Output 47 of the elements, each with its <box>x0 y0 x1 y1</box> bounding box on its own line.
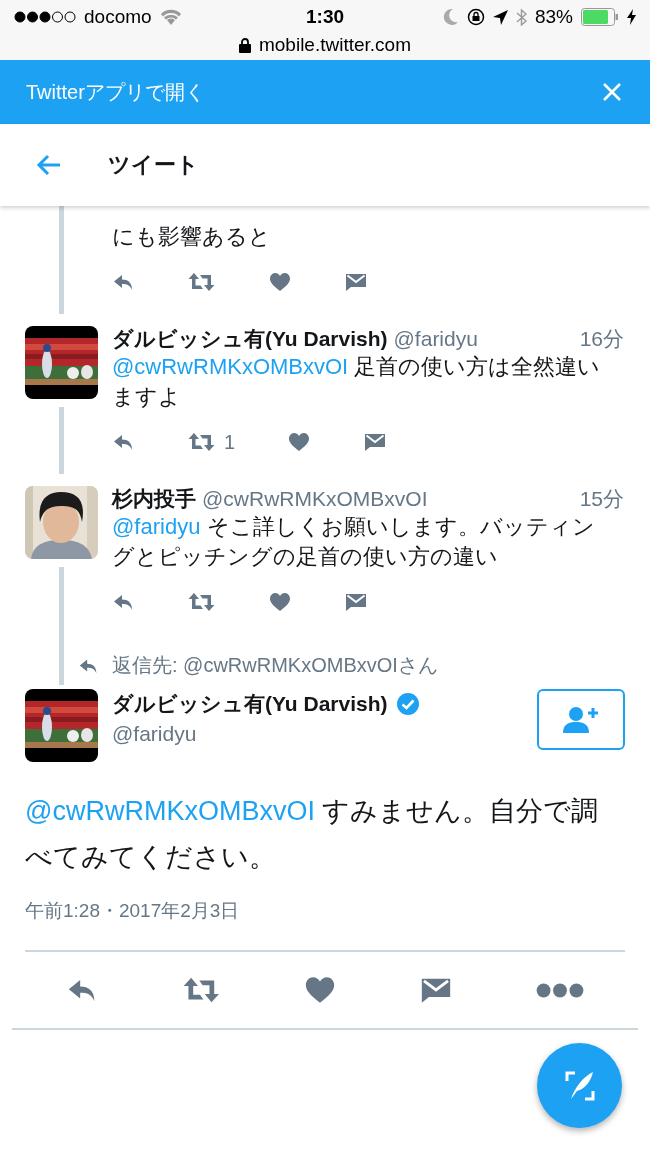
user-name: 杉内投手 <box>112 486 196 512</box>
open-in-app-link[interactable]: Twitterアプリで開く <box>26 78 205 106</box>
tweet-text: @faridyu そこ詳しくお願いします。バッティングとピッチングの足首の使い方の違い <box>112 513 596 571</box>
tweet-text: @cwRwRMKxOMBxvOI 足首の使い方は全然違いますよ <box>112 353 602 411</box>
user-name: ダルビッシュ有(Yu Darvish) <box>112 326 388 352</box>
tweet-timestamp: 午前1:28・2017年2月3日 <box>25 900 240 921</box>
follow-button[interactable] <box>537 689 625 750</box>
bluetooth-icon <box>515 7 527 27</box>
moon-icon <box>442 8 459 26</box>
close-icon[interactable] <box>602 82 622 102</box>
reply-to-text: 返信先: @cwRwRMKxOMBxvOIさん <box>112 653 438 678</box>
mention-link[interactable]: @cwRwRMKxOMBxvOI <box>25 796 315 826</box>
tweet-text: にも影響あると <box>112 223 272 251</box>
more-icon <box>535 981 584 999</box>
battery-icon <box>581 8 619 26</box>
user-handle: @faridyu <box>393 326 479 352</box>
tweet-time: 16分 <box>579 326 624 352</box>
tweet-time: 15分 <box>579 486 624 512</box>
add-user-icon <box>563 705 599 734</box>
charging-icon <box>627 9 636 25</box>
page-title: ツイート <box>108 151 199 179</box>
status-time: 1:30 <box>306 6 344 28</box>
like-button[interactable] <box>268 270 292 294</box>
wifi-icon <box>159 9 182 25</box>
heart-icon <box>268 270 292 294</box>
rotation-lock-icon <box>466 8 485 26</box>
mention-link[interactable]: @faridyu <box>112 514 201 539</box>
user-handle: @cwRwRMKxOMBxvOI <box>202 486 429 512</box>
app-banner[interactable]: Twitterアプリで開く <box>0 60 650 124</box>
compose-button[interactable] <box>537 1043 622 1128</box>
lock-icon <box>238 37 251 53</box>
user-handle: @faridyu <box>112 721 198 747</box>
battery-percent: 83% <box>534 6 573 28</box>
like-button[interactable] <box>268 590 292 614</box>
back-arrow-icon[interactable] <box>36 154 62 176</box>
heart-icon <box>268 590 292 614</box>
signal-icon <box>14 11 76 23</box>
more-button[interactable] <box>535 981 584 999</box>
page-url: mobile.twitter.com <box>258 34 411 56</box>
like-button[interactable] <box>287 430 312 454</box>
heart-icon <box>287 430 312 454</box>
location-icon <box>492 9 508 25</box>
mention-link[interactable]: @cwRwRMKxOMBxvOI <box>112 354 349 379</box>
retweet-button[interactable]: 1 <box>188 430 236 454</box>
user-name: ダルビッシュ有(Yu Darvish) <box>112 691 388 717</box>
tweet-text: @cwRwRMKxOMBxvOI すみません。自分で調べてみてください。 <box>25 795 600 874</box>
carrier-name: docomo <box>84 6 152 28</box>
